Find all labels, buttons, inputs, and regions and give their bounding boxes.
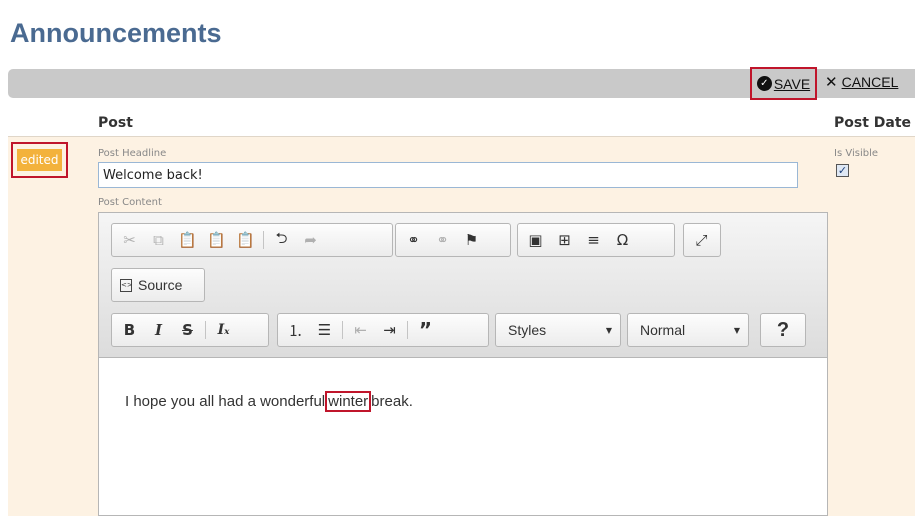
- styles-label: Styles: [508, 322, 547, 338]
- link-icon[interactable]: ⚭: [399, 227, 428, 253]
- visible-label: Is Visible: [834, 148, 879, 159]
- highlighted-word: winter: [325, 391, 372, 412]
- content-label: Post Content: [98, 197, 162, 208]
- blockquote-icon[interactable]: ”: [411, 317, 440, 343]
- headline-label: Post Headline: [98, 148, 167, 159]
- italic-icon[interactable]: I: [144, 317, 173, 343]
- source-icon: <>: [120, 278, 133, 292]
- redo-icon[interactable]: ➦: [296, 227, 325, 253]
- format-label: Normal: [640, 322, 686, 338]
- source-button[interactable]: <> Source: [111, 268, 205, 302]
- maximize-icon[interactable]: ⤢: [687, 227, 716, 253]
- chevron-down-icon: ▼: [605, 325, 612, 335]
- edited-highlight: edited: [11, 142, 68, 178]
- paste-icon[interactable]: 📋: [173, 227, 202, 253]
- rich-text-editor: ✂ ⧉ 📋 📋 📋 ⮌ ➦ ⚭ ⚭ ⚑ ▣ ⊞ ≡ Ω ⤢ <> Source: [98, 212, 828, 516]
- outdent-icon[interactable]: ⇤: [346, 317, 375, 343]
- status-badge: edited: [17, 149, 62, 171]
- paste-word-icon[interactable]: 📋: [231, 227, 260, 253]
- is-visible-checkbox[interactable]: ✓: [836, 164, 849, 177]
- editor-content[interactable]: I hope you all had a wonderful winter brea…: [125, 391, 413, 412]
- image-icon[interactable]: ▣: [521, 227, 550, 253]
- check-circle-icon: ✓: [756, 76, 772, 91]
- cancel-label: CANCEL: [841, 74, 899, 90]
- help-button[interactable]: ?: [760, 313, 806, 347]
- unlink-icon[interactable]: ⚭: [428, 227, 457, 253]
- styles-dropdown[interactable]: Styles ▼: [495, 313, 621, 347]
- numbered-list-icon[interactable]: ⒈: [281, 317, 310, 343]
- cut-icon[interactable]: ✂: [115, 227, 144, 253]
- toolbar-separator: [205, 321, 206, 339]
- source-label: Source: [138, 277, 183, 293]
- close-icon: ✕: [825, 73, 838, 91]
- anchor-flag-icon[interactable]: ⚑: [457, 227, 486, 253]
- toolbar-separator: [407, 321, 408, 339]
- strikethrough-icon[interactable]: S: [173, 317, 202, 343]
- format-dropdown[interactable]: Normal ▼: [627, 313, 749, 347]
- basic-style-group: B I S Iₓ: [111, 313, 269, 347]
- undo-icon[interactable]: ⮌: [267, 227, 296, 253]
- clipboard-group: ✂ ⧉ 📋 📋 📋 ⮌ ➦: [111, 223, 393, 257]
- view-group: ⤢: [683, 223, 721, 257]
- paste-text-icon[interactable]: 📋: [202, 227, 231, 253]
- copy-icon[interactable]: ⧉: [144, 227, 173, 253]
- toolbar-separator: [263, 231, 264, 249]
- link-group: ⚭ ⚭ ⚑: [395, 223, 511, 257]
- indent-icon[interactable]: ⇥: [375, 317, 404, 343]
- page-title: Announcements: [10, 18, 222, 48]
- special-char-icon[interactable]: Ω: [608, 227, 637, 253]
- cancel-button[interactable]: ✕ CANCEL: [825, 73, 898, 91]
- column-header-post-date: Post Date: [834, 115, 912, 131]
- bulleted-list-icon[interactable]: ☰: [310, 317, 339, 343]
- table-icon[interactable]: ⊞: [550, 227, 579, 253]
- insert-group: ▣ ⊞ ≡ Ω: [517, 223, 675, 257]
- content-text-after: break.: [371, 393, 413, 410]
- headline-input[interactable]: [98, 162, 798, 188]
- save-button[interactable]: ✓ SAVE: [750, 67, 817, 100]
- column-header-post: Post: [98, 115, 133, 131]
- bold-icon[interactable]: B: [115, 317, 144, 343]
- editor-toolbar: ✂ ⧉ 📋 📋 📋 ⮌ ➦ ⚭ ⚭ ⚑ ▣ ⊞ ≡ Ω ⤢ <> Source: [99, 213, 827, 358]
- toolbar-separator: [342, 321, 343, 339]
- paragraph-group: ⒈ ☰ ⇤ ⇥ ”: [277, 313, 489, 347]
- content-text-before: I hope you all had a wonderful: [125, 393, 326, 410]
- save-label: SAVE: [773, 75, 811, 92]
- horizontal-line-icon[interactable]: ≡: [579, 227, 608, 253]
- remove-format-icon[interactable]: Iₓ: [209, 317, 238, 343]
- chevron-down-icon: ▼: [733, 325, 740, 335]
